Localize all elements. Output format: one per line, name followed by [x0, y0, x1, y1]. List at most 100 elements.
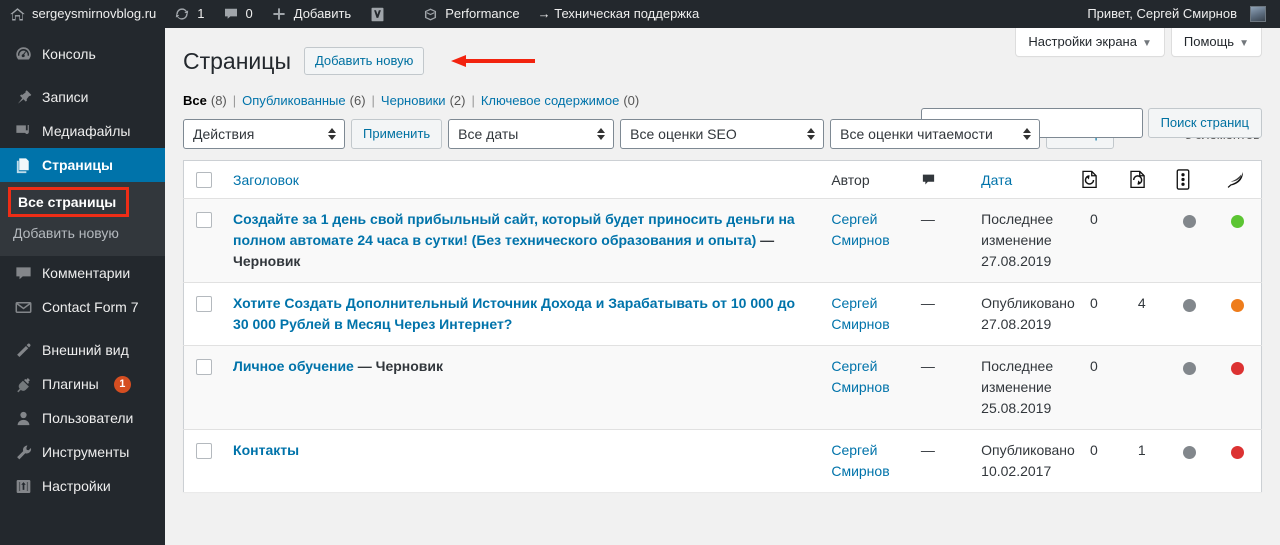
row-checkbox-cell[interactable] — [184, 283, 224, 346]
adminbar-new-content[interactable]: Добавить — [262, 0, 360, 28]
table-row[interactable]: Хотите Создать Дополнительный Источник Д… — [183, 282, 1262, 346]
adminbar-yoast-seo[interactable] — [360, 0, 395, 28]
row-author-cell: Сергей Смирнов — [821, 199, 910, 283]
filter-cornerstone[interactable]: Ключевое содержимое (0) — [481, 93, 639, 108]
sidebar-item-posts[interactable]: Записи — [0, 80, 165, 114]
submenu-item-add-new[interactable]: Добавить новую — [0, 218, 165, 248]
column-header-seo-score[interactable] — [1165, 160, 1214, 199]
row-comments-cell: — — [920, 442, 935, 458]
column-header-author: Автор — [821, 160, 911, 199]
row-readability-score-cell — [1214, 199, 1262, 283]
select-all-checkbox[interactable] — [196, 172, 212, 189]
row-checkbox-cell[interactable] — [184, 346, 224, 430]
pages-submenu: Все страницы Добавить новую — [0, 182, 165, 256]
pages-icon — [13, 155, 33, 175]
column-header-date-label[interactable]: Дата — [981, 172, 1012, 188]
row-title-link[interactable]: Контакты — [233, 442, 299, 458]
sidebar-item-settings[interactable]: Настройки — [0, 469, 165, 503]
date-filter-select[interactable]: Все даты — [448, 119, 615, 149]
column-header-title-label[interactable]: Заголовок — [233, 172, 299, 188]
readability-score-filter-select[interactable]: Все оценки читаемости — [830, 119, 1041, 149]
user-icon — [13, 408, 33, 428]
sidebar-item-pages[interactable]: Страницы — [0, 148, 165, 182]
updates-icon — [174, 6, 191, 23]
table-row[interactable]: Личное обучение — Черновик Сергей Смирно… — [183, 345, 1262, 430]
sidebar-item-appearance[interactable]: Внешний вид — [0, 333, 165, 367]
help-button[interactable]: Помощь ▼ — [1170, 28, 1262, 57]
adminbar-performance-label: Performance — [445, 6, 520, 21]
sidebar-item-plugins[interactable]: Плагины 1 — [0, 367, 165, 401]
apply-button[interactable]: Применить — [351, 119, 443, 149]
row-date-cell: Опубликовано 10.02.2017 — [981, 442, 1075, 479]
column-header-title[interactable]: Заголовок — [223, 160, 822, 199]
row-title-link[interactable]: Личное обучение — [233, 358, 354, 374]
comment-bubble-icon — [921, 172, 961, 187]
sidebar-item-dashboard[interactable]: Консоль — [0, 37, 165, 71]
seo-score-filter-value: Все оценки SEO — [630, 126, 737, 142]
adminbar-updates[interactable]: 1 — [165, 0, 213, 28]
row-checkbox[interactable] — [196, 296, 212, 313]
row-date-cell: Последнее изменение 27.08.2019 — [981, 211, 1054, 269]
feather-icon — [1224, 170, 1251, 190]
table-row[interactable]: Контакты Сергей Смирнов — Опубликовано 1… — [183, 429, 1262, 493]
bulk-actions-select[interactable]: Действия — [183, 119, 345, 149]
filter-all[interactable]: Все (8) | — [183, 93, 242, 108]
home-icon — [9, 6, 26, 23]
sidebar-item-tools[interactable]: Инструменты — [0, 435, 165, 469]
screen-meta-links: Настройки экрана ▼ Помощь ▼ — [1015, 28, 1262, 57]
row-author-link[interactable]: Сергей Смирнов — [831, 295, 889, 332]
row-seo-score-cell — [1166, 199, 1214, 283]
row-author-link[interactable]: Сергей Смирнов — [831, 442, 889, 479]
adminbar-performance[interactable]: Performance — [413, 0, 528, 28]
seo-score-filter-select[interactable]: Все оценки SEO — [620, 119, 825, 149]
row-title-link[interactable]: Хотите Создать Дополнительный Источник Д… — [233, 295, 795, 332]
filter-drafts[interactable]: Черновики (2) | — [381, 93, 481, 108]
row-author-cell: Сергей Смирнов — [821, 346, 910, 430]
sidebar-item-comments[interactable]: Комментарии — [0, 256, 165, 290]
sidebar-item-users[interactable]: Пользователи — [0, 401, 165, 435]
filter-cornerstone-label[interactable]: Ключевое содержимое — [481, 93, 619, 108]
column-header-readability-score[interactable] — [1213, 160, 1262, 199]
row-title-cell: Хотите Создать Дополнительный Источник Д… — [223, 283, 821, 346]
chevron-down-icon: ▼ — [1239, 38, 1249, 49]
column-header-date[interactable]: Дата — [971, 160, 1070, 199]
row-checkbox-cell[interactable] — [184, 199, 224, 283]
row-author-link[interactable]: Сергей Смирнов — [831, 358, 889, 395]
filter-published[interactable]: Опубликованные (6) | — [242, 93, 381, 108]
filter-published-label[interactable]: Опубликованные — [242, 93, 346, 108]
table-row[interactable]: Создайте за 1 день свой прибыльный сайт,… — [183, 198, 1262, 283]
row-import-count: 0 — [1090, 358, 1098, 374]
row-author-link[interactable]: Сергей Смирнов — [831, 211, 889, 248]
adminbar-new-content-label: Добавить — [293, 6, 352, 21]
filter-drafts-label[interactable]: Черновики — [381, 93, 446, 108]
media-icon — [13, 121, 33, 141]
sidebar-item-contact-form-7[interactable]: Contact Form 7 — [0, 290, 165, 324]
adminbar-comments-count: 0 — [245, 6, 253, 21]
column-header-comments[interactable] — [910, 160, 972, 199]
sidebar-item-media[interactable]: Медиафайлы — [0, 114, 165, 148]
adminbar-my-account[interactable]: Привет, Сергей Смирнов — [1078, 0, 1280, 28]
row-checkbox[interactable] — [196, 443, 212, 460]
row-checkbox[interactable] — [196, 359, 212, 376]
row-checkbox-cell[interactable] — [184, 430, 224, 493]
adminbar-site-name[interactable]: sergeysmirnovblog.ru — [0, 0, 165, 28]
select-arrows-icon — [1023, 128, 1032, 140]
row-checkbox[interactable] — [196, 212, 212, 229]
sidebar-item-label: Пользователи — [42, 410, 134, 426]
bulk-actions-value: Действия — [193, 126, 255, 142]
add-new-page-button[interactable]: Добавить новую — [303, 47, 425, 75]
select-all-header[interactable] — [183, 160, 224, 199]
adminbar-comments[interactable]: 0 — [214, 0, 262, 28]
row-title-link[interactable]: Создайте за 1 день свой прибыльный сайт,… — [233, 211, 795, 248]
column-header-import[interactable] — [1070, 160, 1118, 199]
row-comments-cell: — — [920, 358, 935, 374]
screen-options-button[interactable]: Настройки экрана ▼ — [1015, 28, 1165, 57]
readability-score-dot — [1230, 215, 1244, 229]
adminbar-site-name-label: sergeysmirnovblog.ru — [32, 6, 157, 21]
submenu-item-all-pages[interactable]: Все страницы — [8, 187, 130, 217]
column-header-export[interactable] — [1117, 160, 1166, 199]
search-submit-button[interactable]: Поиск страниц — [1147, 108, 1262, 138]
dashboard-icon — [13, 44, 33, 64]
adminbar-support[interactable]: → Техническая поддержка — [529, 0, 709, 28]
sidebar-item-label: Медиафайлы — [42, 123, 131, 139]
